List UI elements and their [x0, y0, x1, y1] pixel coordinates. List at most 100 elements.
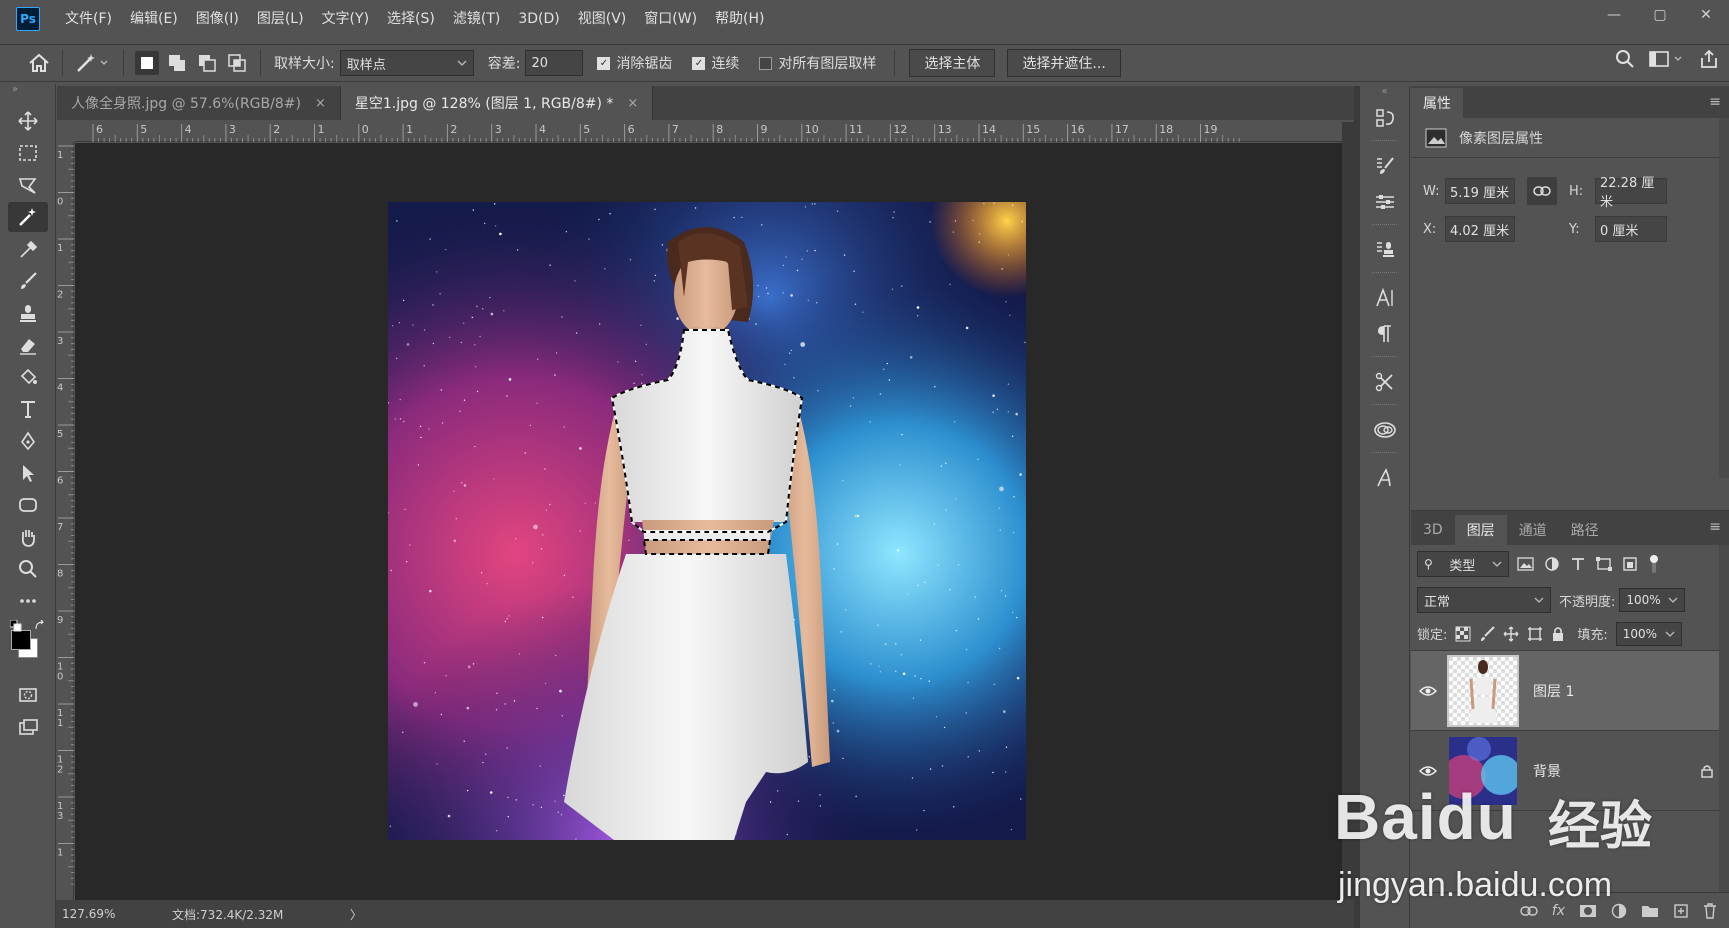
- menu-type[interactable]: 文字(Y): [313, 0, 378, 38]
- tab-portrait[interactable]: 人像全身照.jpg @ 57.6%(RGB/8#) ×: [57, 86, 341, 120]
- select-subject-button[interactable]: 选择主体: [909, 49, 996, 77]
- tab-3d[interactable]: 3D: [1411, 515, 1455, 545]
- collapse-icon[interactable]: »: [0, 84, 55, 104]
- character-icon[interactable]: [1360, 280, 1410, 316]
- sample-size-select[interactable]: 取样点: [339, 50, 474, 76]
- subtract-selection-icon[interactable]: [195, 51, 219, 75]
- lock-transparent-icon[interactable]: [1455, 626, 1471, 642]
- panel-grip[interactable]: [1372, 272, 1397, 276]
- new-adjustment-icon[interactable]: [1611, 903, 1627, 919]
- layer-filter-select[interactable]: ⚲ 类型: [1417, 551, 1509, 577]
- new-group-icon[interactable]: [1641, 904, 1659, 918]
- filter-pixel-icon[interactable]: [1517, 556, 1535, 572]
- sample-all-layers-checkbox[interactable]: 对所有图层取样: [759, 53, 876, 73]
- tool-presets-icon[interactable]: [1360, 364, 1410, 400]
- layers-scrollbar[interactable]: [1719, 545, 1729, 893]
- paragraph-icon[interactable]: [1360, 316, 1410, 352]
- close-button[interactable]: ✕: [1683, 0, 1729, 30]
- hand-tool-icon[interactable]: [8, 522, 48, 552]
- tab-properties[interactable]: 属性: [1411, 88, 1463, 118]
- panel-menu-icon[interactable]: ≡: [1709, 94, 1721, 110]
- document-image[interactable]: [388, 202, 1026, 840]
- glyphs-icon[interactable]: [1360, 460, 1410, 496]
- swap-colors-icon[interactable]: [34, 620, 46, 632]
- vertical-ruler[interactable]: 10123456789101112131: [56, 142, 74, 900]
- layer-row-background[interactable]: 背景: [1411, 731, 1729, 811]
- lock-position-icon[interactable]: [1503, 626, 1519, 642]
- menu-3d[interactable]: 3D(D): [509, 0, 568, 38]
- minimize-button[interactable]: —: [1591, 0, 1637, 30]
- brush-settings-icon[interactable]: [1360, 148, 1410, 184]
- link-layers-icon[interactable]: [1520, 905, 1538, 916]
- lock-all-icon[interactable]: [1551, 626, 1565, 642]
- vertical-scrollbar[interactable]: [1342, 122, 1354, 900]
- home-icon[interactable]: [24, 48, 54, 78]
- collapse-icon[interactable]: «: [1360, 86, 1409, 100]
- properties-scrollbar[interactable]: [1719, 118, 1729, 478]
- new-selection-icon[interactable]: [135, 51, 159, 75]
- fill-field[interactable]: 100%: [1615, 621, 1682, 646]
- close-icon[interactable]: ×: [627, 96, 638, 111]
- tolerance-input[interactable]: 20: [525, 50, 584, 76]
- filter-adjustment-icon[interactable]: [1543, 556, 1561, 572]
- filter-smart-object-icon[interactable]: [1621, 556, 1639, 572]
- lock-brush-icon[interactable]: [1479, 625, 1496, 642]
- lock-artboard-icon[interactable]: [1527, 626, 1543, 642]
- link-icon[interactable]: [1527, 177, 1557, 205]
- menu-view[interactable]: 视图(V): [569, 0, 636, 38]
- panel-grip[interactable]: [1372, 452, 1397, 456]
- zoom-tool-icon[interactable]: [8, 554, 48, 584]
- move-tool-icon[interactable]: [8, 106, 48, 136]
- menu-filter[interactable]: 滤镜(T): [444, 0, 509, 38]
- visibility-eye-icon[interactable]: [1411, 685, 1445, 697]
- zoom-level[interactable]: 127.69%: [62, 907, 162, 921]
- default-colors-icon[interactable]: [10, 620, 22, 632]
- delete-layer-icon[interactable]: [1703, 902, 1717, 919]
- magic-wand-tool-icon[interactable]: [8, 202, 48, 232]
- maximize-button[interactable]: ▢: [1637, 0, 1683, 30]
- filter-type-icon[interactable]: [1569, 556, 1587, 572]
- marquee-tool-icon[interactable]: [8, 138, 48, 168]
- lasso-tool-icon[interactable]: [8, 170, 48, 200]
- visibility-eye-icon[interactable]: [1411, 765, 1445, 777]
- history-icon[interactable]: [1360, 100, 1410, 136]
- path-selection-tool-icon[interactable]: [8, 458, 48, 488]
- select-and-mask-button[interactable]: 选择并遮住...: [1007, 49, 1121, 77]
- menu-select[interactable]: 选择(S): [378, 0, 444, 38]
- magic-wand-preset-icon[interactable]: [71, 48, 115, 78]
- y-field[interactable]: 0 厘米: [1595, 216, 1667, 242]
- paint-bucket-tool-icon[interactable]: [8, 362, 48, 392]
- menu-layer[interactable]: 图层(L): [248, 0, 313, 38]
- add-mask-icon[interactable]: [1579, 903, 1597, 919]
- type-tool-icon[interactable]: [8, 394, 48, 424]
- foreground-color-swatch[interactable]: [11, 630, 31, 650]
- color-swatches[interactable]: [8, 620, 47, 676]
- menu-image[interactable]: 图像(I): [187, 0, 248, 38]
- add-style-icon[interactable]: fx: [1552, 903, 1565, 919]
- layer-name[interactable]: 图层 1: [1533, 681, 1574, 701]
- width-field[interactable]: 5.19 厘米: [1445, 178, 1515, 204]
- libraries-icon[interactable]: [1360, 412, 1410, 448]
- height-field[interactable]: 22.28 厘米: [1595, 176, 1667, 210]
- brush-tool-icon[interactable]: [8, 266, 48, 296]
- eyedropper-tool-icon[interactable]: [8, 234, 48, 264]
- workspace-icon[interactable]: [1649, 49, 1685, 69]
- screen-mode-icon[interactable]: [8, 712, 48, 742]
- layer-row-layer1[interactable]: 图层 1: [1411, 651, 1729, 731]
- panel-grip[interactable]: [1372, 224, 1397, 228]
- anti-alias-checkbox[interactable]: ✓ 消除锯齿: [597, 53, 672, 73]
- horizontal-ruler[interactable]: 6 5 4 3 2 1 0 1 2 3 4 5 6 7 8 9 10 11 12 13 14 15 16 17 18 19: [75, 122, 1342, 142]
- panel-grip[interactable]: [1372, 356, 1397, 360]
- contiguous-checkbox[interactable]: ✓ 连续: [692, 53, 739, 73]
- close-icon[interactable]: ×: [315, 96, 326, 111]
- eraser-tool-icon[interactable]: [8, 330, 48, 360]
- quick-mask-icon[interactable]: [8, 680, 48, 710]
- menu-file[interactable]: 文件(F): [56, 0, 121, 38]
- opacity-field[interactable]: 100%: [1619, 588, 1686, 612]
- layer-name[interactable]: 背景: [1533, 761, 1561, 781]
- tab-starry-sky[interactable]: 星空1.jpg @ 128% (图层 1, RGB/8#) * ×: [340, 86, 654, 120]
- pen-tool-icon[interactable]: [8, 426, 48, 456]
- tab-layers[interactable]: 图层: [1454, 515, 1507, 545]
- panel-grip[interactable]: [1372, 140, 1397, 144]
- status-menu-arrow[interactable]: 〉: [350, 906, 362, 923]
